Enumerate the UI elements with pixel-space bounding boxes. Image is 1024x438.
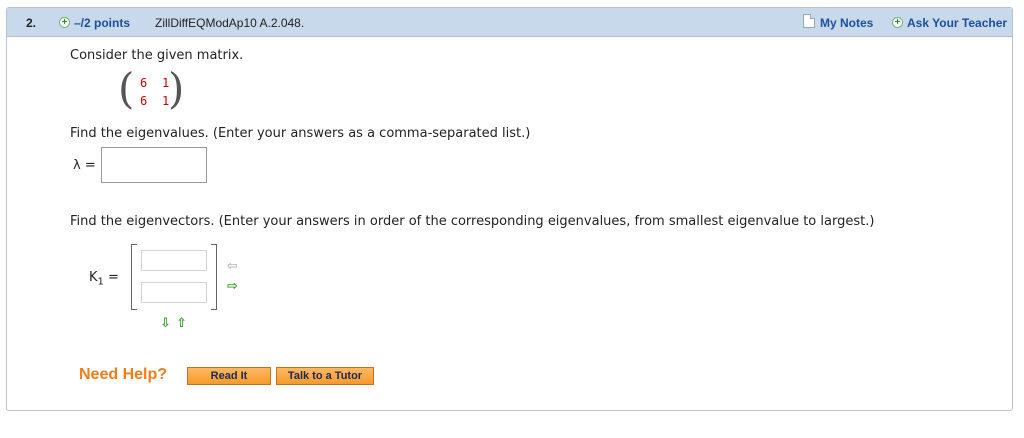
given-matrix: ( 6 1 6 1 ): [118, 64, 185, 114]
k1-entry-1[interactable]: [141, 250, 207, 271]
k1-label: K1 =: [89, 270, 119, 288]
lambda-label: λ =: [73, 158, 96, 173]
vector-right-bracket: [211, 244, 217, 310]
matrix-cell: 6: [140, 94, 148, 108]
question-points: –/2 points: [74, 16, 131, 30]
ask-teacher-link[interactable]: Ask Your Teacher: [907, 16, 1007, 30]
matrix-left-paren: (: [118, 64, 135, 113]
vector-left-bracket: [131, 244, 137, 310]
k1-entry-2[interactable]: [141, 282, 207, 303]
k1-equals: =: [108, 270, 119, 285]
question-number: 2.: [26, 16, 37, 30]
question-header: 2. + –/2 points ZillDiffEQModAp10 A.2.04…: [7, 8, 1012, 37]
intro-text: Consider the given matrix.: [70, 48, 244, 63]
ask-plus-icon[interactable]: +: [892, 17, 903, 28]
matrix-right-paren: ): [168, 64, 185, 113]
question-code: ZillDiffEQModAp10 A.2.048.: [155, 16, 305, 30]
arrow-right-icon[interactable]: ⇨: [227, 279, 238, 292]
k1-letter: K: [89, 270, 98, 285]
eigenvectors-prompt: Find the eigenvectors. (Enter your answe…: [70, 214, 875, 229]
talk-to-tutor-button[interactable]: Talk to a Tutor: [276, 367, 374, 385]
notes-icon[interactable]: [803, 14, 815, 28]
arrow-down-icon[interactable]: ⇩: [160, 316, 171, 329]
eigenvalues-prompt: Find the eigenvalues. (Enter your answer…: [70, 126, 531, 141]
arrow-up-icon[interactable]: ⇧: [176, 316, 187, 329]
my-notes-link[interactable]: My Notes: [820, 16, 873, 30]
question-panel: 2. + –/2 points ZillDiffEQModAp10 A.2.04…: [6, 7, 1013, 411]
expand-plus-icon[interactable]: +: [59, 17, 70, 28]
need-help-label: Need Help?: [79, 366, 168, 383]
eigenvalues-input[interactable]: [101, 147, 207, 183]
read-it-button[interactable]: Read It: [187, 367, 271, 385]
k1-subscript: 1: [97, 276, 104, 288]
matrix-cell: 6: [140, 76, 148, 90]
arrow-left-icon[interactable]: ⇦: [227, 259, 238, 272]
